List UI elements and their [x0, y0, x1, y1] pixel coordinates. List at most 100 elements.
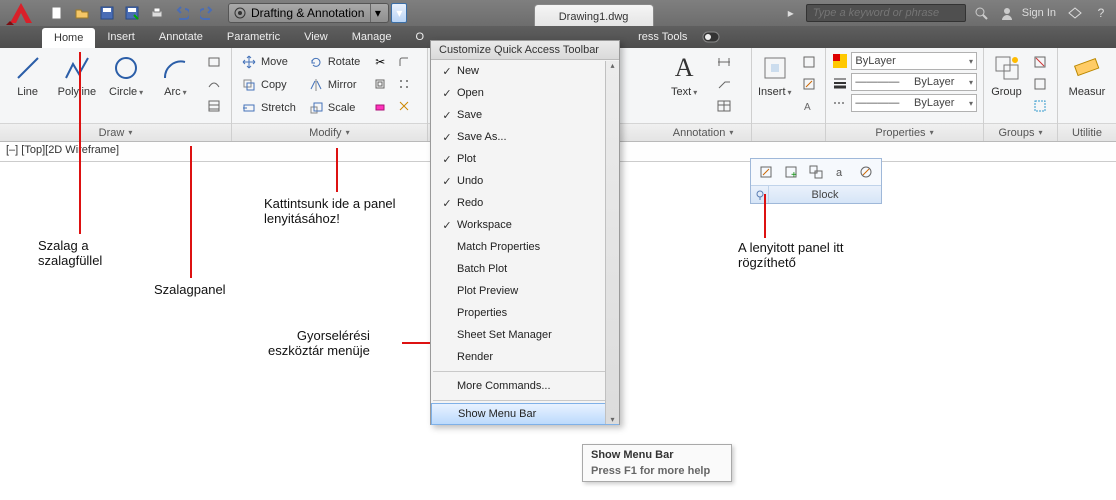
- stretch-button[interactable]: Stretch: [238, 98, 299, 118]
- explode-icon[interactable]: [393, 96, 415, 116]
- scale-button[interactable]: Scale: [305, 98, 363, 118]
- block-ref-icon[interactable]: [805, 162, 827, 182]
- panel-annotation-title[interactable]: Annotation▾: [655, 123, 751, 141]
- open-icon[interactable]: [71, 3, 93, 23]
- chevron-right-icon[interactable]: ▸: [780, 3, 802, 23]
- workspace-combo[interactable]: Drafting & Annotation ▾: [228, 3, 389, 23]
- measure-icon: [1071, 52, 1103, 84]
- panel-draw-title[interactable]: Draw▾: [0, 123, 231, 141]
- measure-button[interactable]: Measur: [1064, 52, 1110, 98]
- erase-icon[interactable]: [369, 96, 391, 116]
- rect-icon[interactable]: [203, 52, 225, 72]
- qat-item-undo[interactable]: ✓Undo: [431, 170, 619, 192]
- undo-icon[interactable]: [171, 3, 193, 23]
- search-input[interactable]: [806, 4, 966, 22]
- tab-focus-icon[interactable]: [699, 26, 723, 48]
- qat-item-saveas[interactable]: ✓Save As...: [431, 126, 619, 148]
- ungroup-icon[interactable]: [1029, 52, 1051, 72]
- qat-item-redo[interactable]: ✓Redo: [431, 192, 619, 214]
- plot-icon[interactable]: [146, 3, 168, 23]
- new-icon[interactable]: [46, 3, 68, 23]
- tab-manage[interactable]: Manage: [340, 26, 404, 48]
- color-icon[interactable]: [832, 53, 847, 69]
- attr-icon[interactable]: A: [798, 96, 820, 116]
- leader-icon[interactable]: [713, 74, 735, 94]
- circle-button[interactable]: Circle▾: [105, 52, 148, 98]
- group-button[interactable]: Group: [990, 52, 1023, 98]
- panel-modify-title[interactable]: Modify▾: [232, 123, 427, 141]
- panel-block-title[interactable]: [752, 123, 825, 141]
- tab-parametric[interactable]: Parametric: [215, 26, 292, 48]
- pin-icon[interactable]: [751, 186, 769, 203]
- rotate-button[interactable]: Rotate: [305, 52, 363, 72]
- color-combo[interactable]: ByLayer▾: [851, 52, 977, 70]
- copy-button[interactable]: Copy: [238, 75, 299, 95]
- spline-icon[interactable]: [203, 74, 225, 94]
- edit-block-icon[interactable]: [755, 162, 777, 182]
- edit-block-icon[interactable]: [798, 74, 820, 94]
- scrollbar[interactable]: ▴▾: [605, 61, 619, 424]
- arc-button[interactable]: Arc▾: [154, 52, 197, 98]
- qat-item-menubar[interactable]: Show Menu Bar: [431, 403, 619, 425]
- qat-item-batchplot[interactable]: Batch Plot: [431, 258, 619, 280]
- linetype-icon[interactable]: [832, 95, 847, 111]
- mirror-button[interactable]: Mirror: [305, 75, 363, 95]
- tab-view[interactable]: View: [292, 26, 340, 48]
- help-icon[interactable]: ?: [1090, 3, 1112, 23]
- insert-button[interactable]: Insert▾: [758, 52, 792, 98]
- line-button[interactable]: Line: [6, 52, 49, 98]
- tab-express[interactable]: ress Tools: [626, 26, 699, 48]
- document-title-tab[interactable]: Drawing1.dwg: [534, 4, 654, 26]
- group-edit-icon[interactable]: [1029, 74, 1051, 94]
- create-block-icon[interactable]: +: [780, 162, 802, 182]
- hatch-icon[interactable]: [203, 96, 225, 116]
- save-icon[interactable]: [96, 3, 118, 23]
- table-icon[interactable]: [713, 96, 735, 116]
- attr-def-icon[interactable]: a: [830, 162, 852, 182]
- annotation-label: Gyorselérési eszköztár menüje: [268, 328, 370, 358]
- app-logo[interactable]: [0, 0, 42, 26]
- qat-item-plotpreview[interactable]: Plot Preview: [431, 280, 619, 302]
- search-icon[interactable]: [970, 3, 992, 23]
- qat-item-render[interactable]: Render: [431, 346, 619, 368]
- copy-icon: [241, 77, 257, 93]
- move-button[interactable]: Move: [238, 52, 299, 72]
- offset-icon[interactable]: [369, 74, 391, 94]
- qat-item-matchprop[interactable]: Match Properties: [431, 236, 619, 258]
- qat-item-more[interactable]: More Commands...: [431, 375, 619, 397]
- qat-item-properties[interactable]: Properties: [431, 302, 619, 324]
- tab-annotate[interactable]: Annotate: [147, 26, 215, 48]
- panel-groups-title[interactable]: Groups▾: [984, 123, 1057, 141]
- group-bbox-icon[interactable]: [1029, 96, 1051, 116]
- dim-linear-icon[interactable]: [713, 52, 735, 72]
- panel-utilities-title[interactable]: Utilitie: [1058, 123, 1116, 141]
- saveas-icon[interactable]: [121, 3, 143, 23]
- lineweight-combo[interactable]: ———— ByLayer▾: [851, 73, 977, 91]
- lineweight-icon[interactable]: [832, 74, 847, 90]
- attr-edit-icon[interactable]: [855, 162, 877, 182]
- tab-home[interactable]: Home: [42, 28, 95, 48]
- chevron-down-icon[interactable]: ▾: [370, 4, 384, 22]
- qat-dropdown-button[interactable]: ▾: [391, 3, 407, 23]
- panel-properties-title[interactable]: Properties▾: [826, 123, 983, 141]
- mirror-icon: [308, 77, 324, 93]
- array-icon[interactable]: [393, 74, 415, 94]
- text-button[interactable]: A Text▾: [661, 52, 707, 98]
- create-block-icon[interactable]: [798, 52, 820, 72]
- qat-item-workspace[interactable]: ✓Workspace: [431, 214, 619, 236]
- tab-insert[interactable]: Insert: [95, 26, 147, 48]
- qat-item-new[interactable]: ✓New: [431, 60, 619, 82]
- floating-panel-block[interactable]: + a Block: [750, 158, 882, 204]
- exchange-icon[interactable]: [1064, 3, 1086, 23]
- qat-item-plot[interactable]: ✓Plot: [431, 148, 619, 170]
- qat-item-ssm[interactable]: Sheet Set Manager: [431, 324, 619, 346]
- fillet-icon[interactable]: [393, 52, 415, 72]
- linetype-combo[interactable]: ———— ByLayer▾: [851, 94, 977, 112]
- trim-icon[interactable]: ✂: [369, 52, 391, 72]
- qat-item-open[interactable]: ✓Open: [431, 82, 619, 104]
- redo-icon[interactable]: [196, 3, 218, 23]
- qat-item-save[interactable]: ✓Save: [431, 104, 619, 126]
- polyline-button[interactable]: Polyline: [55, 52, 98, 98]
- signin-button[interactable]: Sign In: [1022, 7, 1056, 19]
- user-icon[interactable]: [996, 3, 1018, 23]
